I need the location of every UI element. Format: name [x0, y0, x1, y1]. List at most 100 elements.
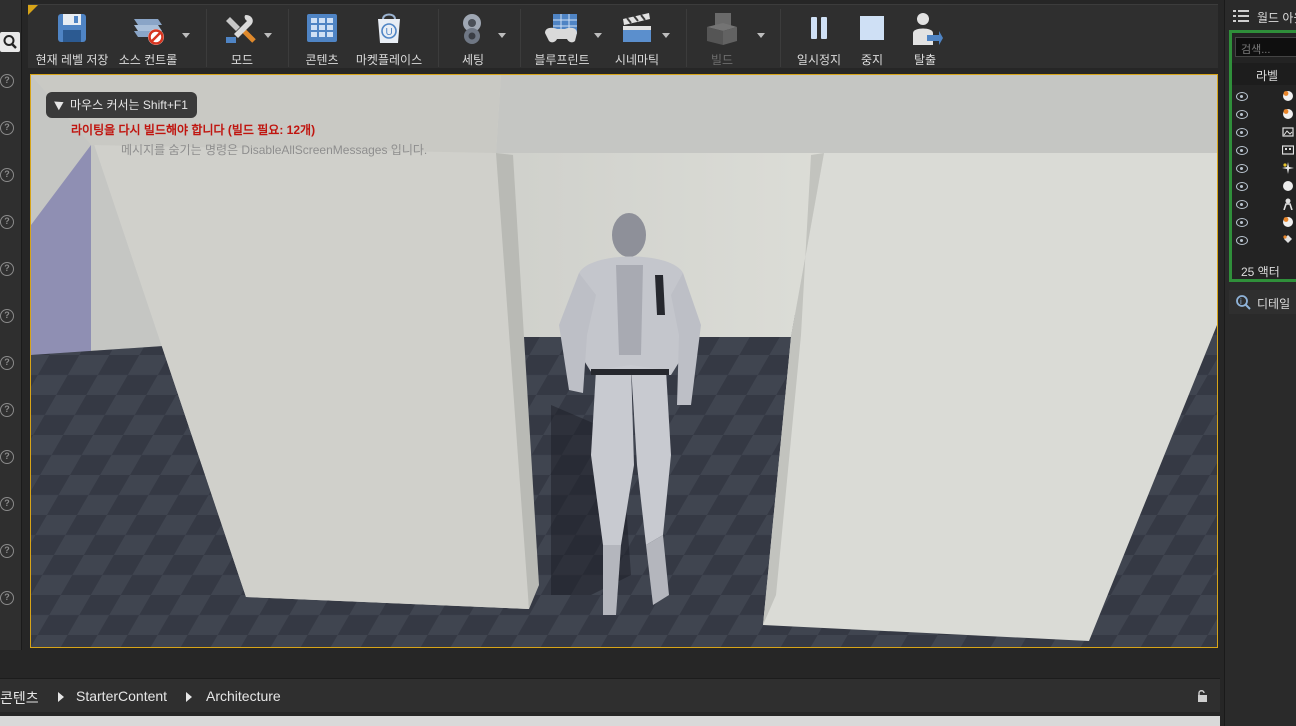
content-icon — [307, 14, 337, 42]
help-icon[interactable]: ? — [0, 356, 14, 370]
settings-button[interactable]: 세팅 — [452, 7, 506, 67]
blueprints-button[interactable]: 블루프린트 — [532, 7, 602, 67]
chevron-down-icon[interactable] — [594, 33, 602, 38]
screen-messages-hint: 메시지를 숨기는 명령은 DisableAllScreenMessages 입니… — [121, 143, 428, 157]
visibility-eye-icon[interactable] — [1236, 128, 1248, 137]
visibility-eye-icon[interactable] — [1236, 164, 1248, 173]
character-icon — [1283, 198, 1293, 210]
toolbar-button-label: 중지 — [860, 53, 884, 67]
level-viewport[interactable]: 마우스 커서는 Shift+F1 라이팅을 다시 빌드해야 합니다 (빌드 필요… — [30, 74, 1218, 648]
chevron-down-icon[interactable] — [182, 33, 190, 38]
help-icon[interactable]: ? — [0, 262, 14, 276]
toolbar-separator — [206, 9, 207, 67]
lighting-rebuild-warning: 라이팅을 다시 빌드해야 합니다 (빌드 필요: 12개) — [71, 123, 316, 137]
save-icon — [58, 14, 86, 42]
sparkle-icon — [1282, 162, 1294, 174]
breadcrumb-separator-icon[interactable] — [186, 692, 192, 702]
chevron-down-icon[interactable] — [757, 33, 765, 38]
left-panel-strip: ? ? ? ? ? ? ? ? ? ? ? ? — [0, 0, 22, 650]
help-icon[interactable]: ? — [0, 309, 14, 323]
visibility-eye-icon[interactable] — [1236, 92, 1248, 101]
toolbar-separator — [780, 9, 781, 67]
visibility-eye-icon[interactable] — [1236, 182, 1248, 191]
toolbar-button-label: 현재 레벨 저장 — [35, 53, 109, 67]
help-icon[interactable]: ? — [0, 168, 14, 182]
outliner-row[interactable] — [1232, 124, 1296, 142]
list-icon — [1233, 10, 1249, 22]
scene-render — [31, 75, 1217, 647]
light-bulb-icon — [1283, 109, 1293, 119]
source-control-button[interactable]: 소스 컨트롤 — [116, 7, 190, 67]
visibility-eye-icon[interactable] — [1236, 218, 1248, 227]
player-start-icon — [1283, 235, 1292, 243]
outliner-row[interactable] — [1232, 178, 1296, 196]
build-button[interactable]: 빌드 — [698, 7, 765, 67]
help-icon[interactable]: ? — [0, 403, 14, 417]
outliner-row[interactable] — [1232, 142, 1296, 160]
visibility-eye-icon[interactable] — [1236, 200, 1248, 209]
stop-icon — [860, 16, 884, 40]
outliner-search-input[interactable]: 검색... — [1235, 37, 1296, 57]
content-browser-toolbar-strip — [0, 716, 1220, 726]
cinematics-button[interactable]: 시네마틱 — [610, 7, 670, 67]
tooltip-text: 마우스 커서는 Shift+F1 — [70, 98, 188, 112]
toolbar-button-label: 콘텐츠 — [305, 53, 339, 67]
label-column-title: 라벨 — [1256, 69, 1279, 83]
details-tab-label: 디테일 — [1257, 297, 1291, 311]
outliner-row[interactable] — [1232, 88, 1296, 106]
breadcrumb-starter-content[interactable]: StarterContent — [76, 688, 167, 704]
world-outliner-tab[interactable]: 월드 아웃 — [1225, 6, 1296, 28]
world-outliner-title: 월드 아웃 — [1257, 11, 1296, 25]
help-icon[interactable]: ? — [0, 591, 14, 605]
help-icon[interactable]: ? — [0, 497, 14, 511]
visibility-eye-icon[interactable] — [1236, 146, 1248, 155]
outliner-row[interactable] — [1232, 196, 1296, 214]
help-icon[interactable]: ? — [0, 450, 14, 464]
outliner-row[interactable] — [1232, 106, 1296, 124]
details-tab[interactable]: i 디테일 — [1229, 290, 1296, 314]
content-browser-path-bar: 콘텐츠 StarterContent Architecture — [0, 678, 1220, 712]
chevron-down-icon[interactable] — [498, 33, 506, 38]
help-icon[interactable]: ? — [0, 121, 14, 135]
toolbar-button-label: 시네마틱 — [614, 53, 660, 67]
settings-icon — [463, 14, 481, 44]
visibility-eye-icon[interactable] — [1236, 110, 1248, 119]
svg-text:U: U — [386, 27, 393, 38]
details-icon: i — [1236, 295, 1251, 310]
pause-button[interactable]: 일시정지 — [792, 7, 846, 67]
help-icon[interactable]: ? — [0, 74, 14, 88]
toolbar-button-label: 마켓플레이스 — [355, 53, 423, 67]
cursor-icon — [54, 97, 66, 111]
eject-button[interactable]: 탈출 — [904, 7, 946, 67]
modes-icon — [226, 15, 256, 43]
stop-button[interactable]: 중지 — [854, 7, 890, 67]
cinematics-icon — [623, 13, 651, 42]
breadcrumb-content[interactable]: 콘텐츠 — [0, 688, 39, 708]
viewport-tooltip: 마우스 커서는 Shift+F1 — [46, 92, 197, 118]
search-icon[interactable] — [0, 32, 20, 52]
source-control-icon — [134, 19, 164, 45]
film-icon — [1282, 145, 1294, 155]
toolbar-separator — [686, 9, 687, 67]
unreal-editor-window: ? ? ? ? ? ? ? ? ? ? ? ? 현재 레벨 저장 소스 컨트롤 … — [0, 0, 1296, 726]
marketplace-button[interactable]: U 마켓플레이스 — [350, 7, 428, 67]
outliner-row[interactable] — [1232, 160, 1296, 178]
save-current-level-button[interactable]: 현재 레벨 저장 — [30, 7, 114, 67]
outliner-row[interactable] — [1232, 232, 1296, 250]
outliner-column-header[interactable]: 라벨 — [1232, 63, 1296, 85]
content-button[interactable]: 콘텐츠 — [300, 7, 344, 67]
help-icon[interactable]: ? — [0, 215, 14, 229]
build-icon — [707, 13, 737, 45]
toolbar-button-label: 모드 — [230, 53, 254, 67]
lock-icon[interactable] — [1196, 689, 1208, 703]
chevron-down-icon[interactable] — [264, 33, 272, 38]
outliner-row[interactable] — [1232, 214, 1296, 232]
svg-text:i: i — [1240, 297, 1242, 306]
chevron-down-icon[interactable] — [662, 33, 670, 38]
visibility-eye-icon[interactable] — [1236, 236, 1248, 245]
modes-button[interactable]: 모드 — [218, 7, 272, 67]
help-icon[interactable]: ? — [0, 544, 14, 558]
breadcrumb-separator-icon[interactable] — [58, 692, 64, 702]
breadcrumb-architecture[interactable]: Architecture — [206, 688, 281, 704]
right-side-panel: 월드 아웃 검색... 라벨 25 액터 i 디테일 — [1224, 0, 1296, 726]
